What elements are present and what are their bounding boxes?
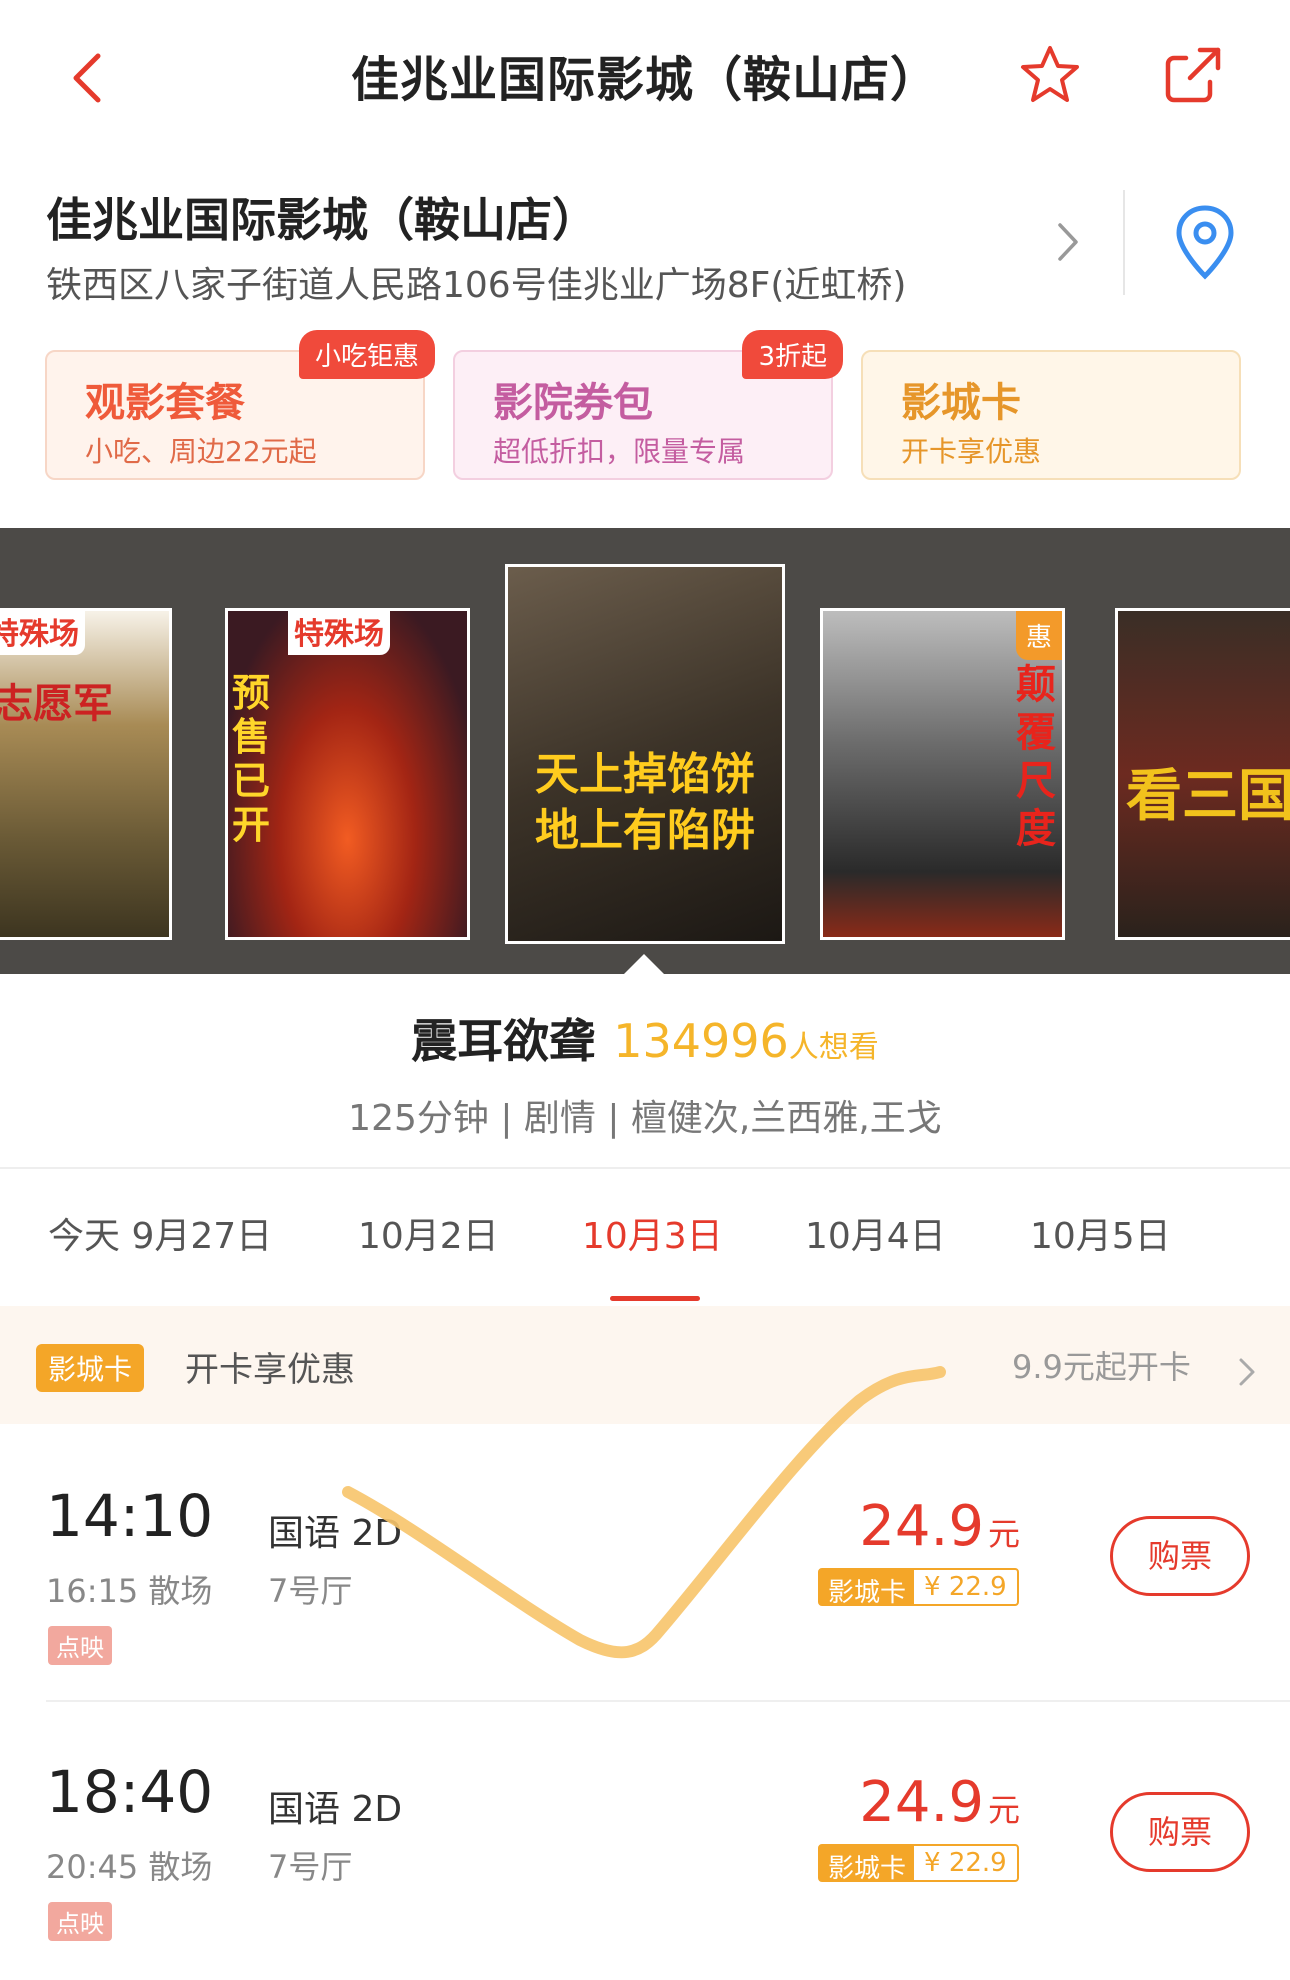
preview-badge: 点映 xyxy=(48,1902,112,1941)
want-count: 134996 xyxy=(613,1014,789,1068)
poster-title: 看三国 xyxy=(1126,764,1290,829)
movie-poster[interactable]: 看三国 xyxy=(1115,608,1290,940)
chevron-right-icon xyxy=(1239,1358,1255,1386)
movie-poster[interactable]: 惠 颠覆尺度 xyxy=(820,608,1065,940)
member-card-label: 影城卡 xyxy=(820,1570,915,1608)
movie-poster[interactable]: 特殊场 志愿军 xyxy=(0,608,172,940)
top-bar: 佳兆业国际影城（鞍山店） xyxy=(0,0,1290,150)
movie-details: 125分钟 | 剧情 | 檀健次,兰西雅,王戈 xyxy=(348,1098,942,1139)
promo-card-member-card[interactable]: 影城卡 开卡享优惠 xyxy=(861,350,1241,480)
member-card-badge: 影城卡 xyxy=(36,1344,145,1392)
buy-ticket-button[interactable]: 购票 xyxy=(1110,1516,1250,1596)
end-time: 20:45 散场 xyxy=(46,1848,213,1886)
promo-title: 影院券包 xyxy=(493,380,653,426)
discount-tag: 惠 xyxy=(1015,611,1062,660)
member-card-price: 影城卡 ¥ 22.9 xyxy=(818,1568,1019,1608)
poster-carousel[interactable]: 特殊场 志愿军 特殊场 预售已开 天上掉馅饼 地上有陷阱 惠 颠覆尺度 看三国 xyxy=(0,528,1290,974)
member-card-banner[interactable]: 影城卡 开卡享优惠 9.9元起开卡 xyxy=(0,1306,1290,1424)
preview-badge: 点映 xyxy=(48,1626,112,1665)
movie-poster-selected[interactable]: 天上掉馅饼 地上有陷阱 xyxy=(505,564,785,944)
movie-poster[interactable]: 特殊场 预售已开 xyxy=(225,608,470,940)
date-tab-active[interactable]: 10月3日 xyxy=(582,1207,723,1259)
date-tab[interactable]: 10月5日 xyxy=(1030,1207,1171,1259)
date-tab[interactable]: 10月4日 xyxy=(805,1207,946,1259)
movie-info: 震耳欲聋 134996人想看 125分钟 | 剧情 | 檀健次,兰西雅,王戈 xyxy=(0,1005,1290,1165)
showtime-row[interactable]: 18:40 20:45 散场 点映 国语 2D 7号厅 24.9 元 影城卡 ¥ … xyxy=(0,1702,1290,1977)
poster-title: 天上掉馅饼 地上有陷阱 xyxy=(535,749,755,856)
divider xyxy=(1123,190,1125,295)
member-card-price: 影城卡 ¥ 22.9 xyxy=(818,1844,1019,1884)
location-pin-icon[interactable] xyxy=(1170,202,1240,282)
end-time: 16:15 散场 xyxy=(46,1572,213,1610)
promo-subtitle: 开卡享优惠 xyxy=(901,435,1042,468)
active-tab-indicator xyxy=(610,1296,700,1301)
start-time: 18:40 xyxy=(46,1758,214,1826)
selected-poster-caret xyxy=(622,954,666,976)
start-time: 14:10 xyxy=(46,1482,214,1550)
poster-title: 预售已开 xyxy=(232,671,271,847)
promo-tag: 小吃钜惠 xyxy=(298,330,435,379)
promo-subtitle: 小吃、周边22元起 xyxy=(85,435,317,468)
showtime-row[interactable]: 14:10 16:15 散场 点映 国语 2D 7号厅 24.9 元 影城卡 ¥ … xyxy=(0,1426,1290,1701)
promo-title: 观影套餐 xyxy=(85,380,245,426)
special-screening-tag: 特殊场 xyxy=(0,611,85,655)
date-tab[interactable]: 10月2日 xyxy=(358,1207,499,1259)
promo-card-snack-combo[interactable]: 观影套餐 小吃、周边22元起 小吃钜惠 xyxy=(45,330,435,480)
movie-title: 震耳欲聋 xyxy=(411,1014,596,1068)
ticket-price: 24.9 元 xyxy=(859,1494,1020,1559)
member-card-price-link[interactable]: 9.9元起开卡 xyxy=(1012,1342,1191,1388)
page-title: 佳兆业国际影城（鞍山店） xyxy=(350,52,939,108)
promo-title: 影城卡 xyxy=(901,380,1021,426)
hall-number: 7号厅 xyxy=(268,1572,353,1610)
language-format: 国语 2D xyxy=(268,1789,403,1830)
cinema-address: 铁西区八家子街道人民路106号佳兆业广场8F(近虹桥) xyxy=(46,265,907,306)
date-tab[interactable]: 今天 9月27日 xyxy=(48,1207,272,1259)
special-screening-tag: 特殊场 xyxy=(288,611,390,655)
member-card-text: 开卡享优惠 xyxy=(185,1350,355,1390)
language-format: 国语 2D xyxy=(268,1513,403,1554)
hall-number: 7号厅 xyxy=(268,1848,353,1886)
want-label: 人想看 xyxy=(788,1030,879,1065)
member-card-value: ¥ 22.9 xyxy=(924,1848,1007,1878)
cinema-name: 佳兆业国际影城（鞍山店） xyxy=(46,193,598,247)
promo-card-coupon-pack[interactable]: 影院券包 超低折扣，限量专属 3折起 xyxy=(453,330,843,480)
member-card-value: ¥ 22.9 xyxy=(924,1572,1007,1602)
member-card-label: 影城卡 xyxy=(820,1846,915,1884)
promo-tag: 3折起 xyxy=(742,330,843,379)
chevron-right-icon[interactable] xyxy=(1050,215,1086,269)
ticket-price: 24.9 元 xyxy=(859,1770,1020,1835)
poster-title: 志愿军 xyxy=(0,681,113,727)
promo-subtitle: 超低折扣，限量专属 xyxy=(493,435,746,468)
share-icon[interactable] xyxy=(1160,42,1226,108)
buy-ticket-button[interactable]: 购票 xyxy=(1110,1792,1250,1872)
poster-title: 颠覆尺度 xyxy=(1016,662,1056,852)
divider xyxy=(0,1167,1290,1169)
cinema-info[interactable]: 佳兆业国际影城（鞍山店） 铁西区八家子街道人民路106号佳兆业广场8F(近虹桥) xyxy=(0,170,1290,310)
favorite-star-icon[interactable] xyxy=(1017,42,1083,108)
